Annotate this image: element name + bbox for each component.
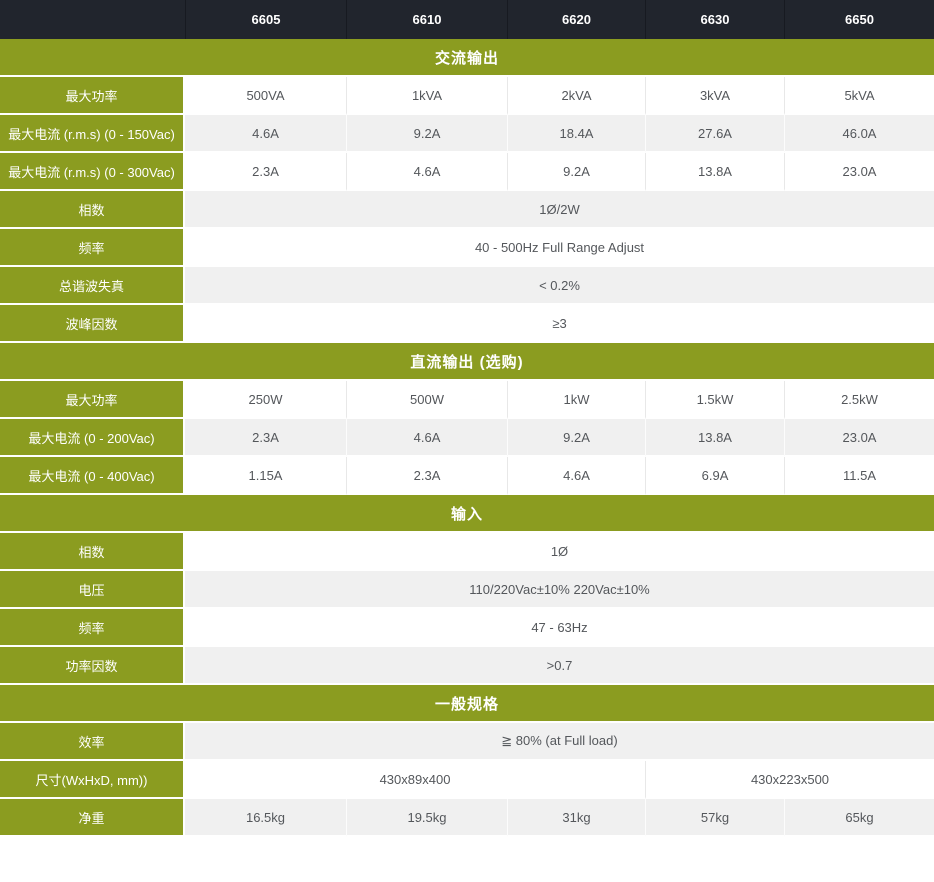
row-label: 尺寸(WxHxD, mm)) [0,761,185,799]
row-label: 最大电流 (r.m.s) (0 - 150Vac) [0,115,185,153]
row-label: 频率 [0,609,185,647]
row-label: 净重 [0,799,185,837]
data-cell-merged: 430x89x400 [185,761,645,799]
table-row: 相数 1Ø/2W [0,191,934,229]
data-cell: 13.8A [645,153,784,191]
data-cell: 11.5A [784,457,934,495]
row-label: 总谐波失真 [0,267,185,305]
data-cell-merged: 430x223x500 [645,761,934,799]
model-header-cell: 6630 [645,0,784,39]
data-cell: 9.2A [507,153,645,191]
spec-table: 6605 6610 6620 6630 6650 交流输出 最大功率 500VA 1kVA 2k… [0,0,934,837]
table-row: 功率因数 >0.7 [0,647,934,685]
model-header-row: 6605 6610 6620 6630 6650 [0,0,934,39]
table-row: 总谐波失真 < 0.2% [0,267,934,305]
data-cell: 5kVA [784,77,934,115]
data-cell-span: ≧ 80% (at Full load) [185,723,934,761]
model-header-cell: 6620 [507,0,645,39]
data-cell: 9.2A [507,419,645,457]
data-cell: 2.3A [185,153,346,191]
data-cell-span: < 0.2% [185,267,934,305]
data-cell: 16.5kg [185,799,346,837]
data-cell: 3kVA [645,77,784,115]
row-label: 相数 [0,191,185,229]
data-cell-span: ≥3 [185,305,934,343]
data-cell: 1kW [507,381,645,419]
section-title: 交流输出 [0,39,934,77]
data-cell: 1.15A [185,457,346,495]
section-header-row: 一般规格 [0,685,934,723]
row-label: 最大电流 (0 - 200Vac) [0,419,185,457]
data-cell: 4.6A [346,419,507,457]
section-header-row: 直流输出 (选购) [0,343,934,381]
data-cell-span: 1Ø [185,533,934,571]
table-row: 相数 1Ø [0,533,934,571]
row-label: 相数 [0,533,185,571]
table-row: 频率 47 - 63Hz [0,609,934,647]
data-cell-span: 47 - 63Hz [185,609,934,647]
row-label: 最大功率 [0,77,185,115]
table-row: 频率 40 - 500Hz Full Range Adjust [0,229,934,267]
data-cell: 4.6A [507,457,645,495]
data-cell: 2.3A [185,419,346,457]
data-cell: 1kVA [346,77,507,115]
table-row: 最大功率 250W 500W 1kW 1.5kW 2.5kW [0,381,934,419]
table-row: 最大电流 (r.m.s) (0 - 300Vac) 2.3A 4.6A 9.2A 13.… [0,153,934,191]
data-cell: 2.3A [346,457,507,495]
data-cell-span: >0.7 [185,647,934,685]
data-cell: 1.5kW [645,381,784,419]
data-cell: 65kg [784,799,934,837]
data-cell-span: 1Ø/2W [185,191,934,229]
section-title: 一般规格 [0,685,934,723]
data-cell: 9.2A [346,115,507,153]
data-cell: 27.6A [645,115,784,153]
table-row: 净重 16.5kg 19.5kg 31kg 57kg 65kg [0,799,934,837]
section-header-row: 交流输出 [0,39,934,77]
row-label: 功率因数 [0,647,185,685]
data-cell: 46.0A [784,115,934,153]
data-cell-span: 110/220Vac±10% 220Vac±10% [185,571,934,609]
data-cell: 23.0A [784,153,934,191]
table-row: 最大电流 (r.m.s) (0 - 150Vac) 4.6A 9.2A 18.4A 27… [0,115,934,153]
table-row: 最大电流 (0 - 400Vac) 1.15A 2.3A 4.6A 6.9A 11.5A [0,457,934,495]
table-row: 最大电流 (0 - 200Vac) 2.3A 4.6A 9.2A 13.8A 23.0A [0,419,934,457]
row-label: 效率 [0,723,185,761]
spec-table-body: 交流输出 最大功率 500VA 1kVA 2kVA 3kVA 5kVA 最大电流 (r.m.s… [0,39,934,837]
section-title: 输入 [0,495,934,533]
data-cell: 2kVA [507,77,645,115]
table-row: 波峰因数 ≥3 [0,305,934,343]
row-label: 电压 [0,571,185,609]
table-row: 效率 ≧ 80% (at Full load) [0,723,934,761]
row-label: 最大电流 (r.m.s) (0 - 300Vac) [0,153,185,191]
section-header-row: 输入 [0,495,934,533]
data-cell: 31kg [507,799,645,837]
data-cell: 23.0A [784,419,934,457]
data-cell: 500VA [185,77,346,115]
data-cell-span: 40 - 500Hz Full Range Adjust [185,229,934,267]
data-cell: 13.8A [645,419,784,457]
data-cell: 4.6A [185,115,346,153]
data-cell: 19.5kg [346,799,507,837]
row-label: 最大电流 (0 - 400Vac) [0,457,185,495]
table-row: 尺寸(WxHxD, mm)) 430x89x400 430x223x500 [0,761,934,799]
data-cell: 57kg [645,799,784,837]
row-label: 最大功率 [0,381,185,419]
data-cell: 4.6A [346,153,507,191]
corner-cell [0,0,185,39]
model-header-cell: 6605 [185,0,346,39]
data-cell: 500W [346,381,507,419]
model-header-cell: 6650 [784,0,934,39]
table-row: 最大功率 500VA 1kVA 2kVA 3kVA 5kVA [0,77,934,115]
row-label: 波峰因数 [0,305,185,343]
data-cell: 250W [185,381,346,419]
section-title: 直流输出 (选购) [0,343,934,381]
data-cell: 18.4A [507,115,645,153]
data-cell: 2.5kW [784,381,934,419]
data-cell: 6.9A [645,457,784,495]
row-label: 频率 [0,229,185,267]
model-header-cell: 6610 [346,0,507,39]
table-row: 电压 110/220Vac±10% 220Vac±10% [0,571,934,609]
